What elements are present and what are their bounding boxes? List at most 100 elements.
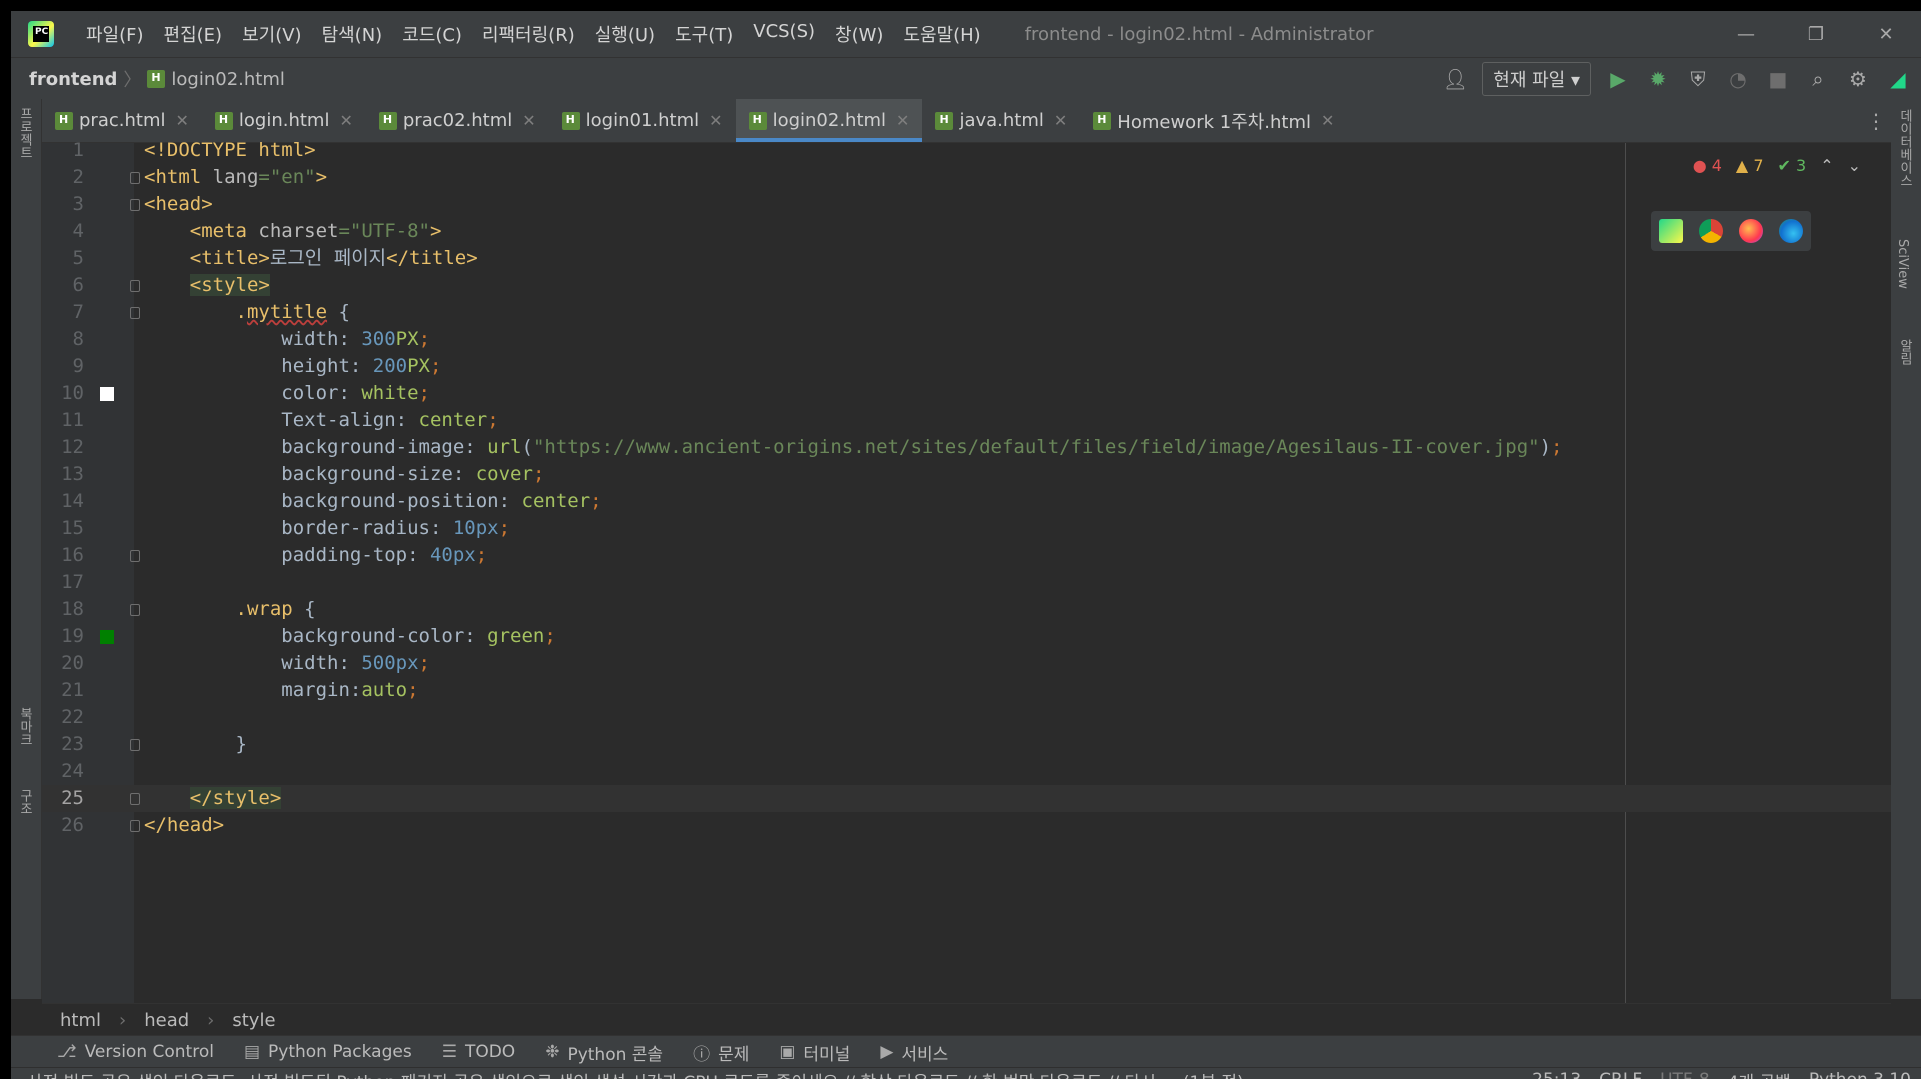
fold-marker-icon[interactable] xyxy=(130,820,140,832)
line-number[interactable]: 18 xyxy=(42,596,84,623)
close-icon[interactable]: ✕ xyxy=(896,111,909,130)
fold-marker-icon[interactable] xyxy=(130,172,140,184)
code-line[interactable]: 16 padding-top: 40px; xyxy=(42,542,1891,569)
code-line[interactable]: 9 height: 200PX; xyxy=(42,353,1891,380)
nav-file[interactable]: login02.html xyxy=(171,69,284,90)
code-line[interactable]: 19 background-color: green; xyxy=(42,623,1891,650)
line-separator[interactable]: CRLF xyxy=(1599,1070,1642,1079)
profile-icon[interactable]: ◔ xyxy=(1725,66,1751,92)
weak-warning-count[interactable]: ✔ 3 xyxy=(1778,156,1807,175)
code-line[interactable]: 23 } xyxy=(42,731,1891,758)
notifications-tool-button[interactable]: 알림 xyxy=(1895,339,1914,365)
tab-login[interactable]: login.html ✕ xyxy=(202,99,366,142)
restore-button[interactable]: ❐ xyxy=(1781,11,1851,57)
tab-prac02[interactable]: prac02.html ✕ xyxy=(366,99,549,142)
line-number[interactable]: 11 xyxy=(42,407,84,434)
run-config-select[interactable]: 현재 파일 ▾ xyxy=(1482,62,1591,96)
close-icon[interactable]: ✕ xyxy=(1054,111,1067,130)
run-icon[interactable]: ▶ xyxy=(1605,66,1631,92)
fold-marker-icon[interactable] xyxy=(130,307,140,319)
structure-tool-button[interactable]: 구조 xyxy=(15,789,34,815)
code-line[interactable]: 7 .mytitle { xyxy=(42,299,1891,326)
close-icon[interactable]: ✕ xyxy=(1321,111,1334,130)
code-line[interactable]: 5 <title>로그인 페이지</title> xyxy=(42,245,1891,272)
menu-run[interactable]: 실행(U) xyxy=(585,21,665,47)
line-number[interactable]: 23 xyxy=(42,731,84,758)
problems-button[interactable]: ⓘ 문제 xyxy=(693,1040,749,1065)
menu-edit[interactable]: 편집(E) xyxy=(154,21,233,47)
code-line[interactable]: 1 <!DOCTYPE html> xyxy=(42,137,1891,164)
code-line[interactable]: 17 xyxy=(42,569,1891,596)
code-line[interactable]: 10 color: white; xyxy=(42,380,1891,407)
bookmarks-tool-button[interactable]: 북마크 xyxy=(15,707,34,746)
line-number[interactable]: 14 xyxy=(42,488,84,515)
menu-refactor[interactable]: 리팩터링(R) xyxy=(472,21,585,47)
breadcrumb-html[interactable]: html xyxy=(60,1010,101,1031)
nav-project[interactable]: frontend xyxy=(29,69,117,90)
code-line[interactable]: 21 margin:auto; xyxy=(42,677,1891,704)
chrome-icon[interactable] xyxy=(1699,219,1723,243)
edge-icon[interactable] xyxy=(1779,219,1803,243)
error-count[interactable]: ● 4 xyxy=(1693,156,1722,175)
tab-java[interactable]: java.html ✕ xyxy=(922,99,1080,142)
code-editor[interactable]: 1 <!DOCTYPE html> 2 <html lang="en"> 3 <head>… xyxy=(42,139,1891,1003)
code-line[interactable]: 12 background-image: url("https://www.an… xyxy=(42,434,1891,461)
code-line[interactable]: 3 <head> xyxy=(42,191,1891,218)
tab-login01[interactable]: login01.html ✕ xyxy=(549,99,736,142)
plugin-logo-icon[interactable]: ◢ xyxy=(1885,66,1911,92)
chevron-up-icon[interactable]: ⌃ xyxy=(1820,156,1833,175)
code-line[interactable]: 8 width: 300PX; xyxy=(42,326,1891,353)
line-number[interactable]: 5 xyxy=(42,245,84,272)
fold-marker-icon[interactable] xyxy=(130,199,140,211)
color-swatch-icon[interactable] xyxy=(100,387,114,401)
line-number[interactable]: 1 xyxy=(42,137,84,164)
project-tool-button[interactable]: 프로젝트 xyxy=(15,107,34,159)
menu-help[interactable]: 도움말(H) xyxy=(893,21,990,47)
menu-vcs[interactable]: VCS(S) xyxy=(743,21,825,47)
tab-login02[interactable]: login02.html ✕ xyxy=(735,99,923,142)
status-message[interactable]: 사전 빌드 공유 색인 다운로드: 사전 빌드된 Python 패키지 공유 색… xyxy=(27,1068,1244,1079)
indent-setting[interactable]: 4개 공백 xyxy=(1728,1068,1791,1079)
search-icon[interactable]: ⌕ xyxy=(1805,66,1831,92)
line-number[interactable]: 3 xyxy=(42,191,84,218)
inspection-widget[interactable]: ● 4 ▲ 7 ✔ 3 ⌃ ⌄ xyxy=(1693,156,1861,175)
coverage-icon[interactable]: ⛨ xyxy=(1685,66,1711,92)
database-tool-button[interactable]: 데이터베이스 xyxy=(1895,109,1914,187)
close-icon[interactable]: ✕ xyxy=(709,111,722,130)
code-line[interactable]: 26 </head> xyxy=(42,812,1891,839)
python-packages-button[interactable]: ▤ Python Packages xyxy=(244,1042,412,1062)
python-console-button[interactable]: ❉ Python 콘솔 xyxy=(545,1040,663,1065)
services-button[interactable]: ▶ 서비스 xyxy=(880,1040,948,1065)
firefox-icon[interactable] xyxy=(1739,219,1763,243)
line-number[interactable]: 4 xyxy=(42,218,84,245)
code-line[interactable]: 14 background-position: center; xyxy=(42,488,1891,515)
code-line[interactable]: 6 <style> xyxy=(42,272,1891,299)
file-encoding[interactable]: UTF-8 xyxy=(1660,1070,1710,1079)
line-number[interactable]: 19 xyxy=(42,623,84,650)
tab-homework[interactable]: Homework 1주차.html ✕ xyxy=(1080,99,1347,142)
line-number[interactable]: 24 xyxy=(42,758,84,785)
caret-position[interactable]: 25:13 xyxy=(1532,1070,1581,1079)
line-number[interactable]: 10 xyxy=(42,380,84,407)
breadcrumb-style[interactable]: style xyxy=(232,1010,275,1031)
line-number[interactable]: 13 xyxy=(42,461,84,488)
code-line[interactable]: 4 <meta charset="UTF-8"> xyxy=(42,218,1891,245)
code-line[interactable]: 20 width: 500px; xyxy=(42,650,1891,677)
menu-view[interactable]: 보기(V) xyxy=(232,21,311,47)
code-line[interactable]: 15 border-radius: 10px; xyxy=(42,515,1891,542)
menu-code[interactable]: 코드(C) xyxy=(392,21,472,47)
fold-marker-icon[interactable] xyxy=(130,280,140,292)
line-number[interactable]: 22 xyxy=(42,704,84,731)
fold-marker-icon[interactable] xyxy=(130,550,140,562)
line-number[interactable]: 25 xyxy=(42,785,84,812)
close-icon[interactable]: ✕ xyxy=(522,111,535,130)
line-number[interactable]: 12 xyxy=(42,434,84,461)
terminal-button[interactable]: ▣ 터미널 xyxy=(779,1040,850,1065)
tab-prac[interactable]: prac.html ✕ xyxy=(42,99,202,142)
menu-navigate[interactable]: 탐색(N) xyxy=(312,21,393,47)
minimize-button[interactable]: — xyxy=(1711,11,1781,57)
line-number[interactable]: 9 xyxy=(42,353,84,380)
close-icon[interactable]: ✕ xyxy=(175,111,188,130)
stop-icon[interactable]: ■ xyxy=(1765,66,1791,92)
sciview-tool-button[interactable]: SciView xyxy=(1895,239,1910,289)
